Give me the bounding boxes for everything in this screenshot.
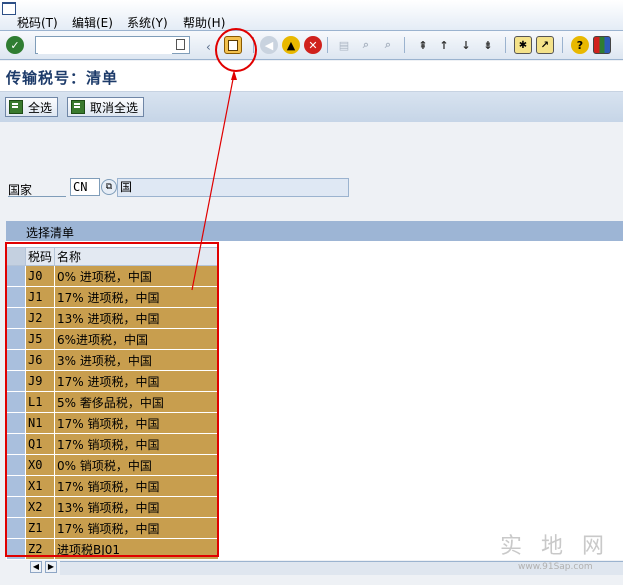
watermark-url: www.91Sap.com — [518, 562, 593, 572]
status-bar — [0, 575, 623, 585]
scroll-right-button[interactable]: ▶ — [45, 561, 57, 573]
annotation-arrow — [191, 70, 237, 291]
scroll-left-button[interactable]: ◀ — [30, 561, 42, 573]
watermark-logo: 实 地 网 — [500, 534, 610, 559]
